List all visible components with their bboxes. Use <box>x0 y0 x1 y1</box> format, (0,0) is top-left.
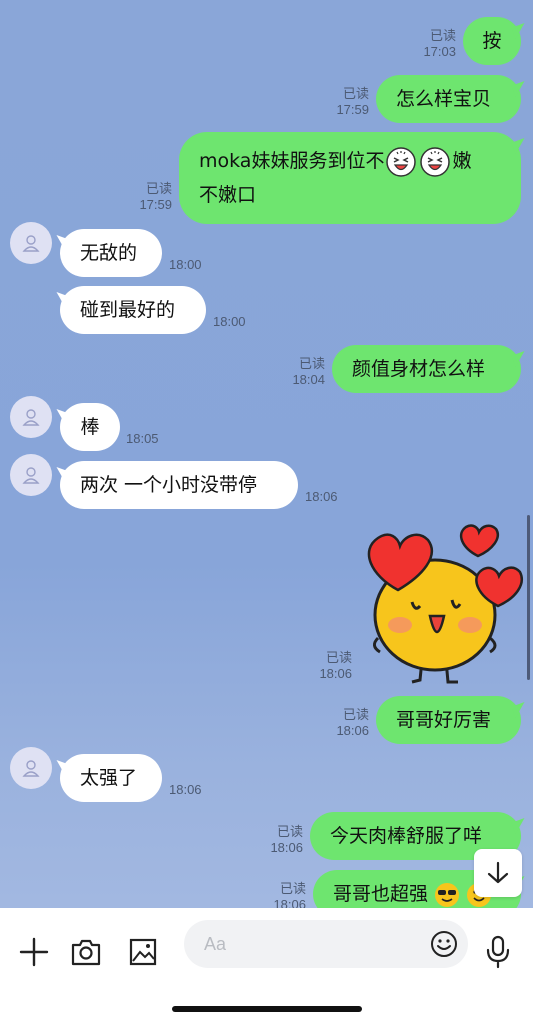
message-bubble-incoming[interactable]: 两次 一个小时没带停 <box>60 461 298 509</box>
laughing-emoji-icon <box>386 146 417 177</box>
message-bubble-outgoing[interactable]: 哥哥好厉害 <box>376 696 521 744</box>
message-time: 18:06 <box>336 723 369 738</box>
message-status: 已读 17:59 <box>323 86 369 118</box>
message-bubble-outgoing[interactable]: moka妹妹服务到位不 嫩不嫩口 <box>179 132 521 224</box>
read-receipt: 已读 <box>145 181 172 196</box>
message-text: 无敌的 <box>80 242 138 264</box>
message-text: moka妹妹服务到位不 <box>199 150 385 172</box>
home-indicator <box>172 1006 362 1012</box>
message-text: 哥哥也超强 <box>333 883 429 905</box>
user-icon <box>22 409 40 426</box>
message-time: 18:00 <box>169 257 202 272</box>
message-text: 今天肉棒舒服了咩 <box>330 825 483 847</box>
message-status: 已读 18:06 <box>306 650 352 682</box>
read-receipt: 已读 <box>276 824 303 839</box>
message-status: 已读 17:59 <box>126 181 172 213</box>
message-text: 怎么样宝贝 <box>396 88 492 110</box>
read-receipt: 已读 <box>325 650 352 665</box>
microphone-icon <box>486 935 510 969</box>
avatar[interactable] <box>10 396 52 438</box>
user-icon <box>22 235 40 252</box>
message-text: 不嫩口 <box>199 184 257 206</box>
message-input[interactable]: Aa <box>184 920 468 968</box>
message-text: 两次 一个小时没带停 <box>80 474 258 496</box>
message-time: 17:03 <box>423 44 456 59</box>
read-receipt: 已读 <box>298 356 325 371</box>
add-button[interactable] <box>16 934 52 970</box>
message-status: 已读 18:04 <box>279 356 325 388</box>
laughing-emoji-icon <box>420 146 451 177</box>
message-bubble-incoming[interactable]: 棒 <box>60 403 120 451</box>
message-time: 18:04 <box>292 372 325 387</box>
arrow-down-icon <box>487 861 509 884</box>
message-bubble-incoming[interactable]: 太强了 <box>60 754 162 802</box>
message-text: 颜值身材怎么样 <box>352 358 486 380</box>
message-text: 嫩 <box>452 150 472 172</box>
message-time: 18:06 <box>169 782 202 797</box>
voice-button[interactable] <box>480 934 516 970</box>
message-text: 按 <box>482 30 502 52</box>
sunglasses-emoji-icon <box>435 882 460 907</box>
avatar[interactable] <box>10 222 52 264</box>
camera-button[interactable] <box>68 934 104 970</box>
message-time: 18:06 <box>319 666 352 681</box>
message-bubble-incoming[interactable]: 碰到最好的 <box>60 286 206 334</box>
avatar[interactable] <box>10 454 52 496</box>
message-time: 18:06 <box>270 840 303 855</box>
message-time: 17:59 <box>139 197 172 212</box>
smiley-hearts-sticker[interactable] <box>360 520 525 690</box>
emoji-icon[interactable] <box>430 930 458 958</box>
message-time: 17:59 <box>336 102 369 117</box>
message-status: 已读 17:03 <box>410 28 456 60</box>
message-status: 已读 18:06 <box>260 881 306 908</box>
read-receipt: 已读 <box>342 707 369 722</box>
message-time: 18:05 <box>126 431 159 446</box>
read-receipt: 已读 <box>279 881 306 896</box>
input-placeholder: Aa <box>204 934 227 954</box>
read-receipt: 已读 <box>342 86 369 101</box>
scrollbar[interactable] <box>527 515 530 680</box>
message-status: 已读 18:06 <box>323 707 369 739</box>
heart-shape <box>459 524 499 558</box>
message-status: 已读 18:06 <box>257 824 303 856</box>
avatar[interactable] <box>10 747 52 789</box>
message-bubble-outgoing[interactable]: 怎么样宝贝 <box>376 75 521 123</box>
camera-icon <box>71 939 101 966</box>
chat-area[interactable]: 已读 17:03 按 已读 17:59 怎么样宝贝 已读 17:59 moka妹… <box>0 0 533 908</box>
message-time: 18:06 <box>273 897 306 908</box>
user-icon <box>22 467 40 484</box>
read-receipt: 已读 <box>429 28 456 43</box>
scroll-to-bottom-button[interactable] <box>474 849 522 897</box>
user-icon <box>22 760 40 777</box>
message-bubble-outgoing[interactable]: 按 <box>463 17 521 65</box>
message-text: 棒 <box>80 416 100 438</box>
message-bubble-incoming[interactable]: 无敌的 <box>60 229 162 277</box>
message-text: 太强了 <box>80 767 138 789</box>
message-time: 18:00 <box>213 314 246 329</box>
message-text: 碰到最好的 <box>80 299 176 321</box>
gallery-button[interactable] <box>125 934 161 970</box>
message-time: 18:06 <box>305 489 338 504</box>
message-bubble-outgoing[interactable]: 颜值身材怎么样 <box>332 345 521 393</box>
image-icon <box>129 938 157 966</box>
message-text: 哥哥好厉害 <box>396 709 492 731</box>
plus-icon <box>19 937 49 967</box>
